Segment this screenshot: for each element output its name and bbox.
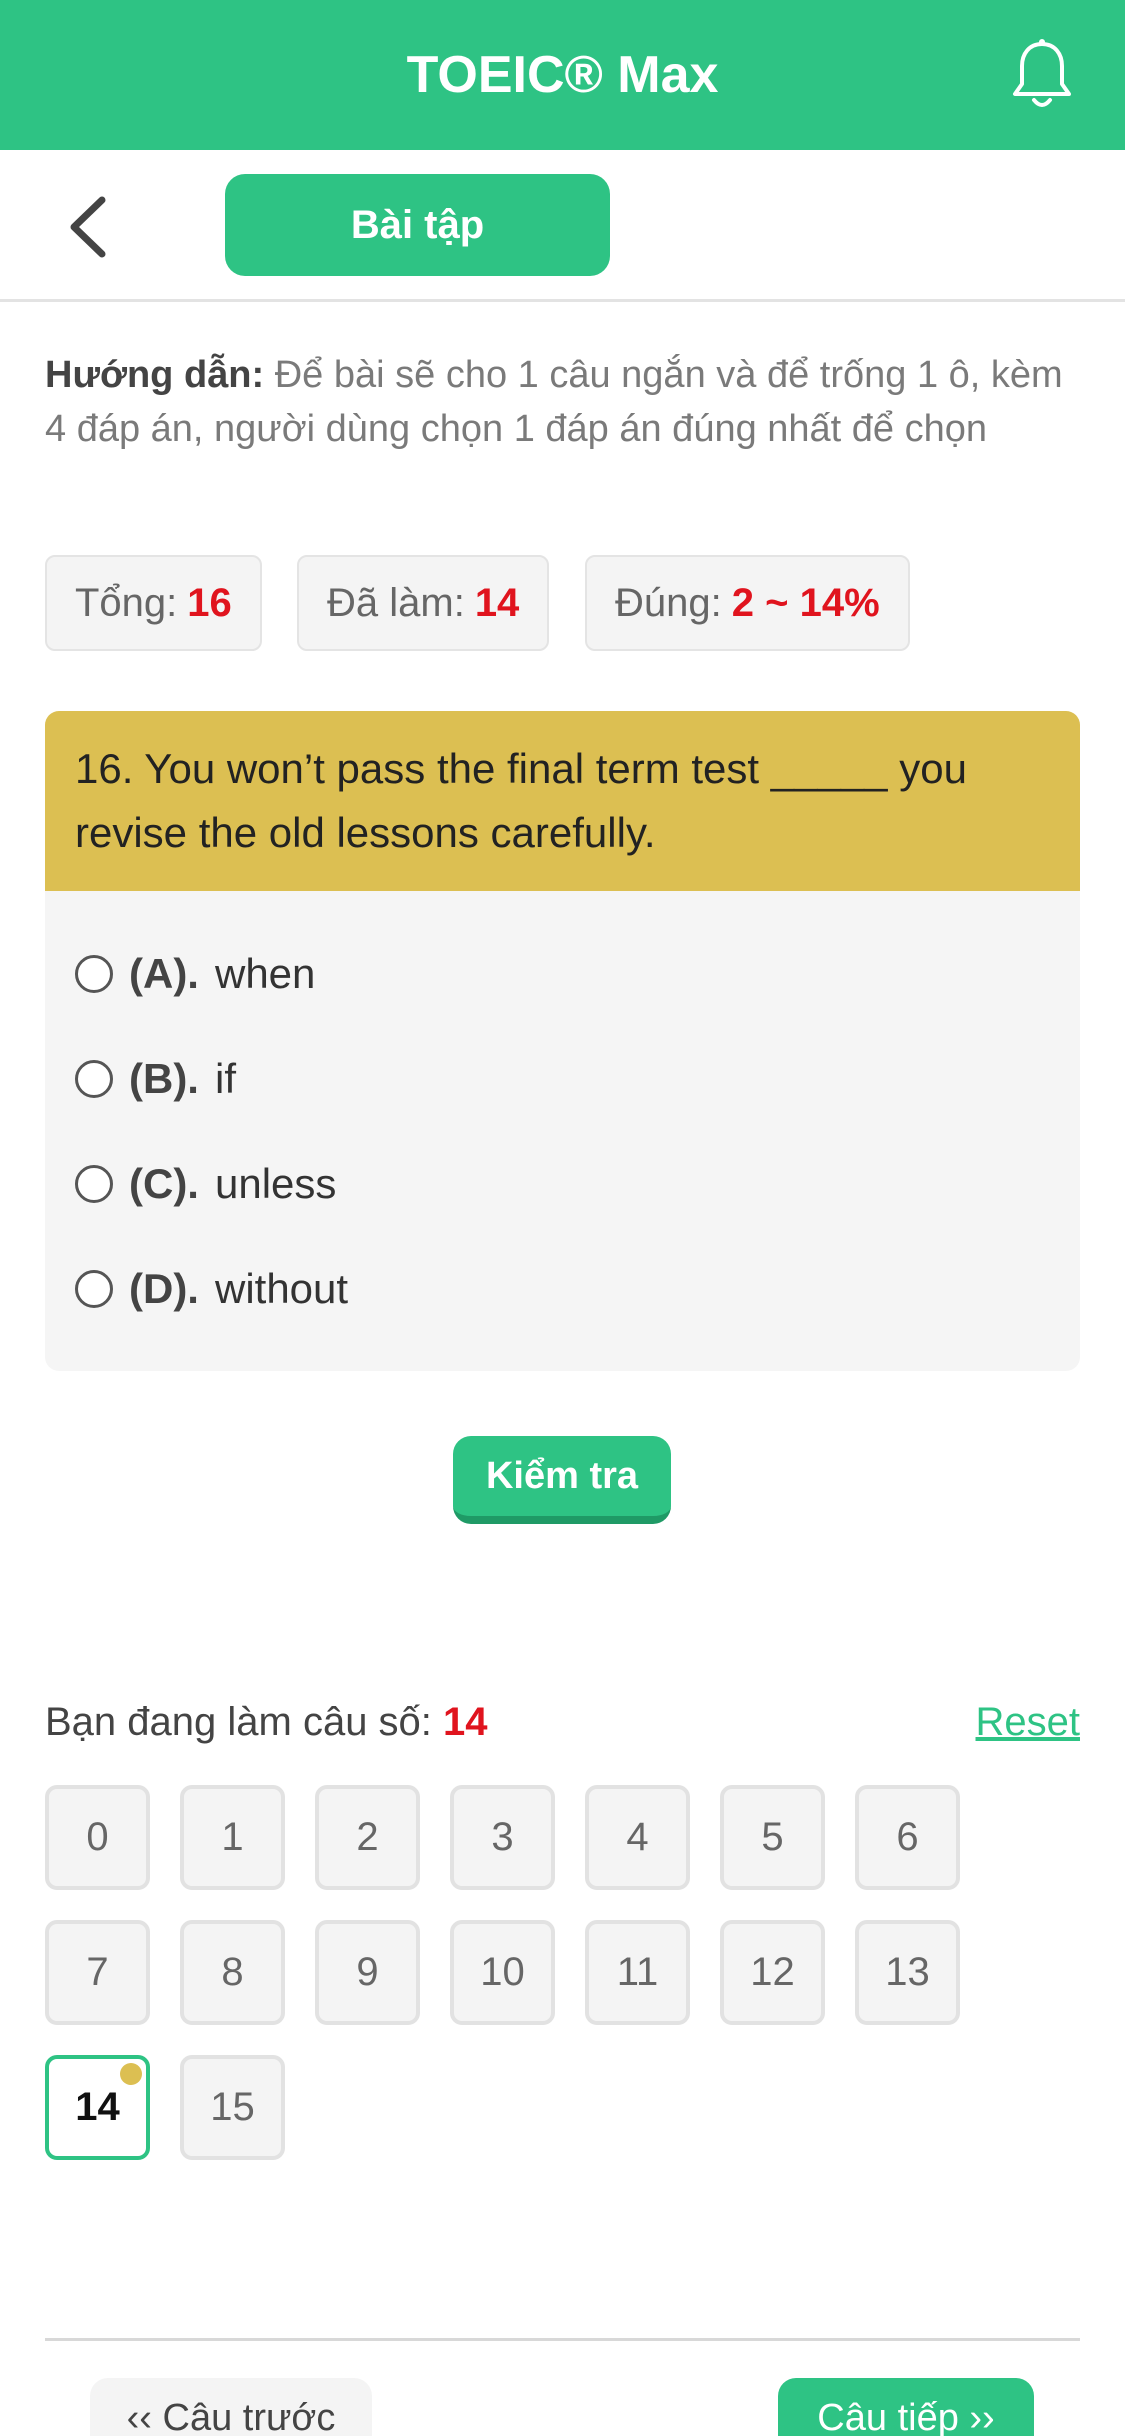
current-question-label: Bạn đang làm câu số: (45, 1700, 432, 1744)
bell-icon[interactable] (1009, 38, 1075, 112)
question-number-3[interactable]: 3 (450, 1785, 555, 1890)
stat-correct-label: Đúng: (615, 581, 722, 625)
question-text: 16. You won’t pass the final term test _… (45, 711, 1080, 891)
check-button[interactable]: Kiểm tra (453, 1436, 671, 1524)
question-number-8[interactable]: 8 (180, 1920, 285, 2025)
question-number-10[interactable]: 10 (450, 1920, 555, 2025)
stat-done-value: 14 (474, 581, 520, 625)
option-label: (A). (129, 950, 199, 997)
question-number-12[interactable]: 12 (720, 1920, 825, 2025)
option-label: (C). (129, 1160, 199, 1207)
divider (45, 2338, 1080, 2341)
stat-total-label: Tổng: (75, 581, 178, 625)
question-number-13[interactable]: 13 (855, 1920, 960, 2025)
stat-correct-value: 2 ~ 14% (731, 581, 880, 625)
instruction-text: Hướng dẫn: Để bài sẽ cho 1 câu ngắn và đ… (45, 348, 1085, 456)
question-number-9[interactable]: 9 (315, 1920, 420, 2025)
question-number-11[interactable]: 11 (585, 1920, 690, 2025)
question-number-0[interactable]: 0 (45, 1785, 150, 1890)
question-number-4[interactable]: 4 (585, 1785, 690, 1890)
option-text: unless (214, 1160, 337, 1207)
current-marker-dot (120, 2063, 142, 2085)
question-number-15[interactable]: 15 (180, 2055, 285, 2160)
stat-done: Đã làm: 14 (297, 555, 550, 651)
option-text: without (214, 1265, 349, 1312)
option-label: (B). (129, 1055, 199, 1102)
question-number-14[interactable]: 14 (45, 2055, 150, 2160)
radio-button[interactable] (75, 1270, 113, 1308)
next-question-button[interactable]: Câu tiếp ›› (778, 2378, 1034, 2436)
prev-question-button[interactable]: ‹‹ Câu trước (90, 2378, 372, 2436)
stat-total: Tổng: 16 (45, 555, 262, 651)
question-number-7[interactable]: 7 (45, 1920, 150, 2025)
option-a[interactable]: (A). when (75, 944, 315, 1004)
question-number-1[interactable]: 1 (180, 1785, 285, 1890)
option-label: (D). (129, 1265, 199, 1312)
question-number-6[interactable]: 6 (855, 1785, 960, 1890)
question-number-2[interactable]: 2 (315, 1785, 420, 1890)
answer-options: (A). when (B). if (C). unless (D). witho… (45, 891, 1080, 1371)
current-question-number: 14 (443, 1700, 488, 1744)
reset-link[interactable]: Reset (976, 1700, 1081, 1745)
tab-bai-tap[interactable]: Bài tập (225, 174, 610, 276)
stat-done-label: Đã làm: (327, 581, 465, 625)
stat-total-value: 16 (187, 581, 232, 625)
instruction-label: Hướng dẫn: (45, 354, 265, 396)
option-text: if (214, 1055, 236, 1102)
option-c[interactable]: (C). unless (75, 1154, 336, 1214)
current-question-indicator: Bạn đang làm câu số: 14 (45, 1700, 488, 1745)
radio-button[interactable] (75, 955, 113, 993)
option-d[interactable]: (D). without (75, 1259, 348, 1319)
radio-button[interactable] (75, 1165, 113, 1203)
stat-correct: Đúng: 2 ~ 14% (585, 555, 910, 651)
app-title: TOEIC® Max (406, 46, 719, 104)
option-text: when (214, 950, 316, 997)
app-header: TOEIC® Max (0, 0, 1125, 150)
radio-button[interactable] (75, 1060, 113, 1098)
question-number-5[interactable]: 5 (720, 1785, 825, 1890)
option-b[interactable]: (B). if (75, 1049, 236, 1109)
chevron-left-icon[interactable] (62, 192, 116, 262)
sub-toolbar: Bài tập (0, 150, 1125, 302)
